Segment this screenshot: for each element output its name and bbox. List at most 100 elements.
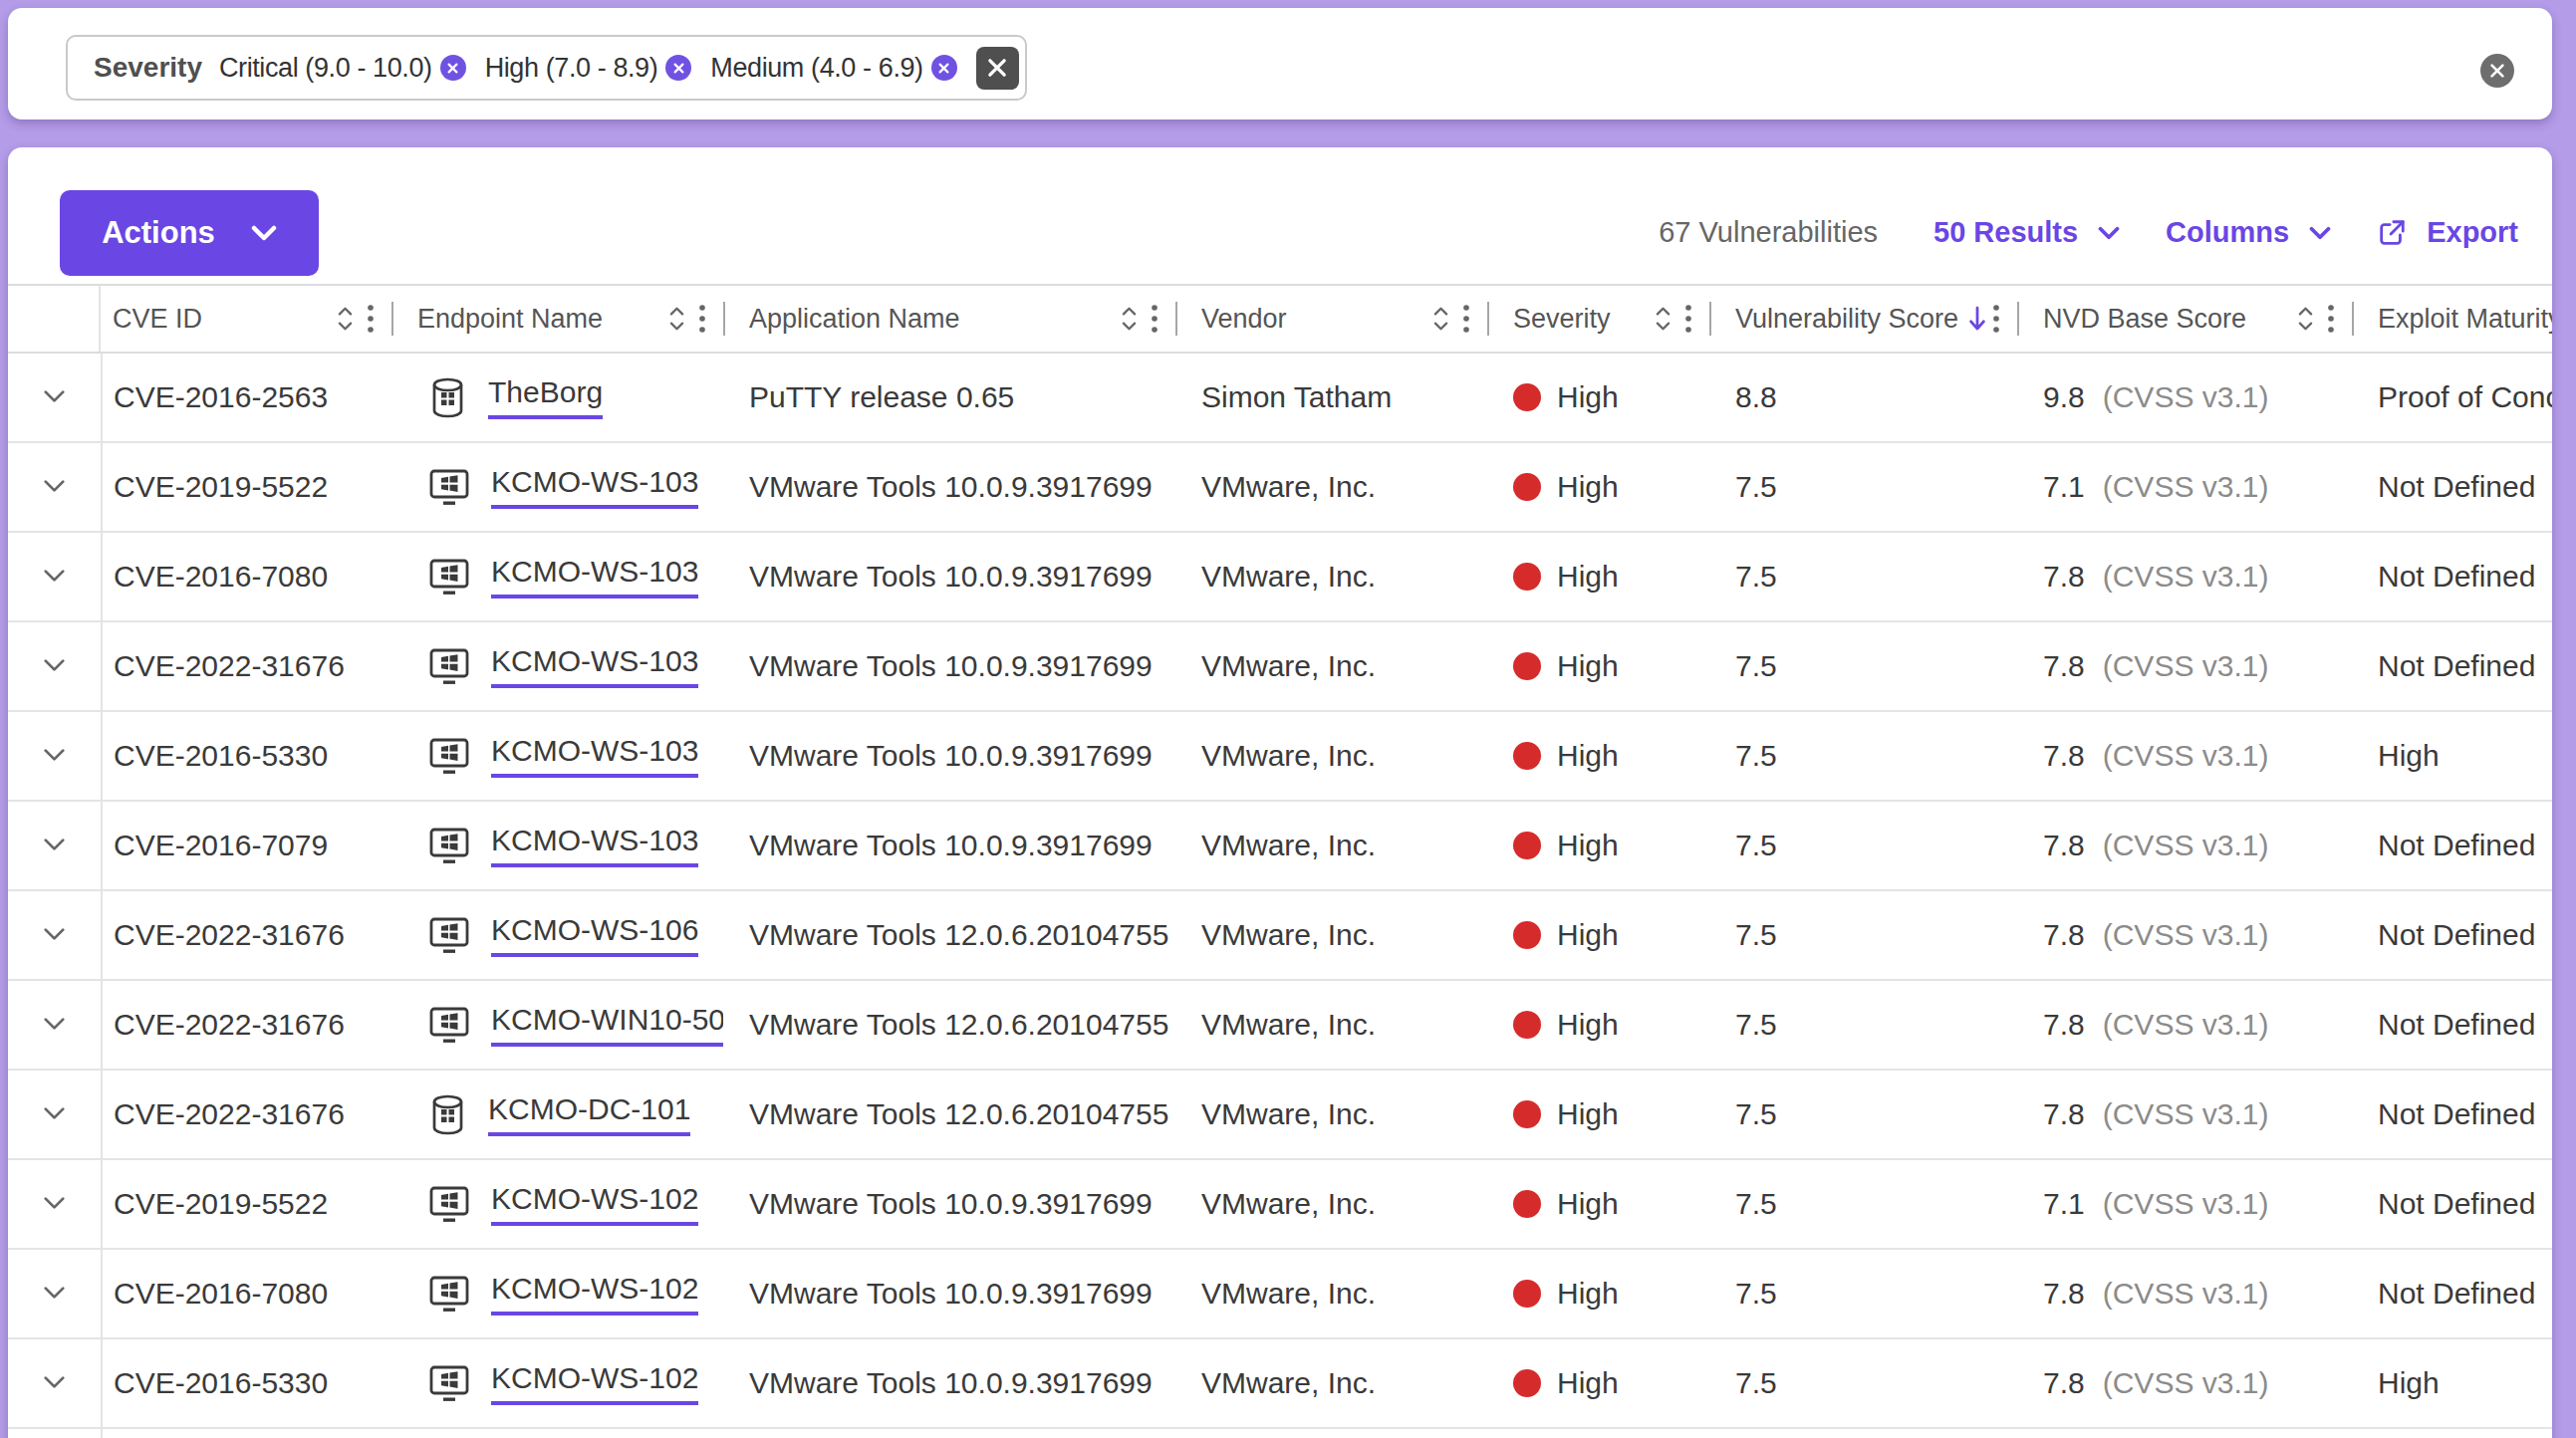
endpoint-link[interactable]: KCMO-WS-103 — [491, 555, 698, 599]
severity-dot — [1513, 1100, 1541, 1128]
application-cell: VMware Tools 12.0.6.20104755 — [723, 918, 1175, 952]
column-header-application-name[interactable]: Application Name — [723, 286, 1175, 352]
actions-label: Actions — [102, 215, 215, 251]
vendor-cell: VMware, Inc. — [1175, 918, 1487, 952]
table-row: CVE-2022-31676 KCMO-WS-103 VMware Tools … — [8, 622, 2552, 712]
vulnerability-count: 67 Vulnerabilities — [1659, 216, 1878, 249]
endpoint-cell: KCMO-WS-102 — [391, 1361, 723, 1405]
vendor-cell: VMware, Inc. — [1175, 470, 1487, 504]
severity-dot — [1513, 832, 1541, 859]
vulnerability-score-cell: 7.5 — [1709, 829, 2017, 862]
workstation-icon — [429, 1365, 469, 1402]
endpoint-link[interactable]: KCMO-DC-101 — [488, 1092, 690, 1136]
expand-row-button[interactable] — [43, 569, 66, 586]
actions-button[interactable]: Actions — [60, 190, 319, 276]
column-menu-icon[interactable] — [699, 304, 705, 334]
expand-row-button[interactable] — [43, 658, 66, 675]
column-header-nvd-base-score[interactable]: NVD Base Score — [2017, 286, 2352, 352]
close-filter-bar-button[interactable] — [2480, 54, 2514, 88]
severity-cell: High — [1487, 739, 1709, 773]
table-row: CVE-2016-7080 KCMO-WS-103 VMware Tools 1… — [8, 533, 2552, 622]
cvss-version-label: (CVSS v3.1) — [2103, 649, 2269, 683]
nvd-score-cell: 7.8(CVSS v3.1) — [2017, 1277, 2352, 1311]
nvd-score-cell: 7.8(CVSS v3.1) — [2017, 829, 2352, 862]
sort-icon[interactable] — [1655, 305, 1672, 333]
filter-bar: Severity Critical (9.0 - 10.0)High (7.0 … — [8, 8, 2552, 120]
column-menu-icon[interactable] — [1463, 304, 1469, 334]
chevron-down-icon — [2309, 226, 2331, 240]
cve-id-cell: CVE-2019-5522 — [101, 470, 391, 504]
column-menu-icon[interactable] — [1685, 304, 1691, 334]
endpoint-link[interactable]: KCMO-WS-102 — [491, 1272, 698, 1316]
endpoint-link[interactable]: KCMO-WS-103 — [491, 465, 698, 509]
sort-icon[interactable] — [337, 305, 354, 333]
endpoint-link[interactable]: KCMO-WS-103 — [491, 824, 698, 867]
expand-row-button[interactable] — [43, 927, 66, 944]
expand-row-button[interactable] — [43, 1017, 66, 1034]
nvd-score-cell: 7.8(CVSS v3.1) — [2017, 1366, 2352, 1400]
workstation-icon — [429, 828, 469, 864]
column-header-vendor[interactable]: Vendor — [1175, 286, 1487, 352]
vulnerability-score-cell: 7.5 — [1709, 1366, 2017, 1400]
vulnerability-score-cell: 7.5 — [1709, 1187, 2017, 1221]
expand-row-button[interactable] — [43, 838, 66, 854]
endpoint-cell: KCMO-WS-103 — [391, 644, 723, 688]
endpoint-link[interactable]: KCMO-WS-102 — [491, 1361, 698, 1405]
endpoint-link[interactable]: KCMO-WS-103 — [491, 734, 698, 778]
severity-cell: High — [1487, 560, 1709, 594]
sort-descending-icon[interactable] — [1966, 305, 1988, 333]
column-header-endpoint-name[interactable]: Endpoint Name — [391, 286, 723, 352]
expand-row-button[interactable] — [43, 479, 66, 496]
expand-row-button[interactable] — [43, 1106, 66, 1123]
endpoint-link[interactable]: KCMO-WIN10-50 — [491, 1003, 723, 1047]
export-button[interactable]: Export — [2377, 216, 2518, 249]
application-cell: VMware Tools 12.0.6.20104755 — [723, 1097, 1175, 1131]
column-menu-icon[interactable] — [368, 304, 374, 334]
cve-id-cell: CVE-2019-5522 — [101, 1187, 391, 1221]
toolbar-right: 67 Vulnerabilities 50 Results Columns Ex… — [1659, 216, 2518, 249]
vendor-cell: VMware, Inc. — [1175, 1277, 1487, 1311]
close-icon — [2488, 62, 2506, 80]
chevron-down-icon — [43, 479, 66, 493]
vendor-cell: VMware, Inc. — [1175, 739, 1487, 773]
clear-severity-filter-button[interactable] — [976, 47, 1019, 90]
remove-chip-button[interactable] — [931, 55, 957, 81]
nvd-score-cell: 7.8(CVSS v3.1) — [2017, 918, 2352, 952]
workstation-icon — [429, 917, 469, 954]
endpoint-link[interactable]: KCMO-WS-103 — [491, 644, 698, 688]
column-header-vulnerability-score[interactable]: Vulnerability Score — [1709, 286, 2017, 352]
column-header-severity[interactable]: Severity — [1487, 286, 1709, 352]
results-per-page-dropdown[interactable]: 50 Results — [1933, 216, 2120, 249]
column-menu-icon[interactable] — [1152, 304, 1158, 334]
expand-row-button[interactable] — [43, 1375, 66, 1392]
columns-dropdown[interactable]: Columns — [2166, 216, 2331, 249]
column-header-cve-id[interactable]: CVE ID — [101, 286, 391, 352]
sort-icon[interactable] — [1432, 305, 1449, 333]
sort-icon[interactable] — [1121, 305, 1138, 333]
cve-id-cell: CVE-2022-31676 — [101, 649, 391, 683]
remove-chip-button[interactable] — [440, 55, 466, 81]
severity-cell: High — [1487, 380, 1709, 414]
expand-row-button[interactable] — [43, 748, 66, 765]
severity-dot — [1513, 383, 1541, 411]
expand-row-button[interactable] — [43, 389, 66, 406]
vendor-cell: VMware, Inc. — [1175, 1097, 1487, 1131]
chevron-down-icon — [43, 1017, 66, 1031]
sort-icon[interactable] — [2297, 305, 2314, 333]
column-menu-icon[interactable] — [1993, 304, 1999, 334]
cvss-version-label: (CVSS v3.1) — [2103, 1277, 2269, 1311]
expand-row-button[interactable] — [43, 1196, 66, 1213]
application-cell: VMware Tools 10.0.9.3917699 — [723, 649, 1175, 683]
table-row: CVE-2019-5522 KCMO-WS-102 VMware Tools 1… — [8, 1160, 2552, 1250]
endpoint-link[interactable]: KCMO-WS-106 — [491, 913, 698, 957]
sort-icon[interactable] — [668, 305, 685, 333]
vendor-cell: VMware, Inc. — [1175, 649, 1487, 683]
column-menu-icon[interactable] — [2328, 304, 2334, 334]
remove-chip-button[interactable] — [665, 55, 691, 81]
column-header-exploit-maturity[interactable]: Exploit Maturity — [2352, 286, 2552, 352]
workstation-icon — [429, 1186, 469, 1223]
expand-row-button[interactable] — [43, 1286, 66, 1303]
endpoint-link[interactable]: TheBorg — [488, 375, 603, 419]
endpoint-link[interactable]: KCMO-WS-102 — [491, 1182, 698, 1226]
exploit-maturity-cell: Not Defined — [2352, 1187, 2552, 1221]
